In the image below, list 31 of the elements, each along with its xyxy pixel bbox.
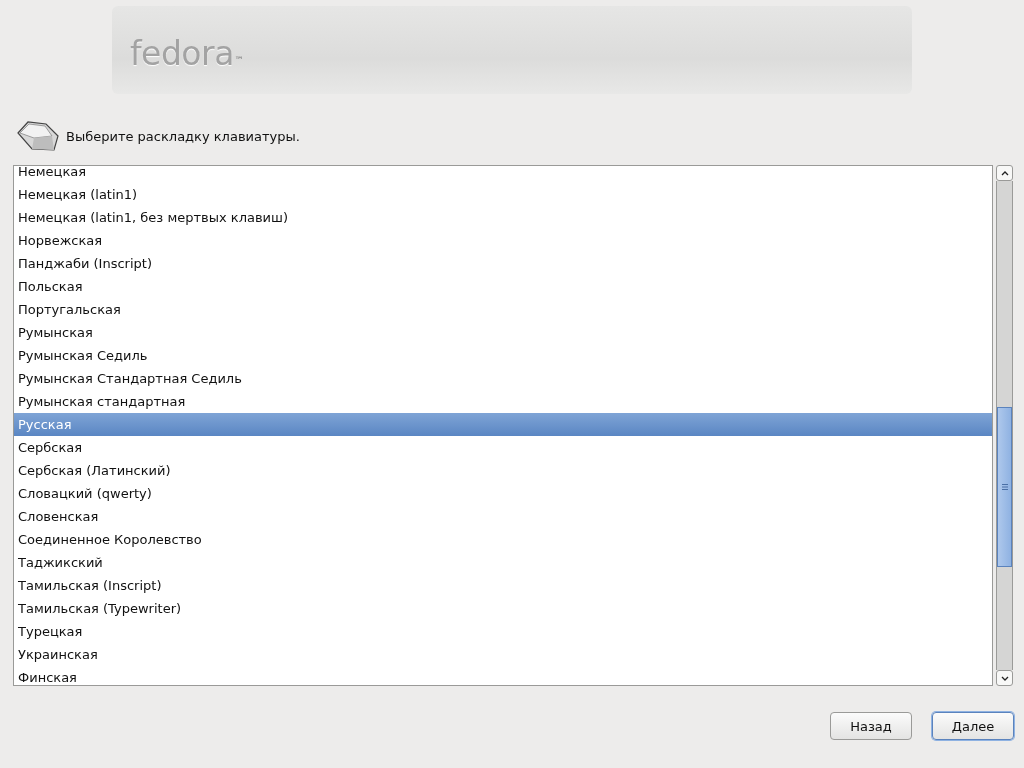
layout-item[interactable]: Таджикский (14, 551, 992, 574)
layout-item[interactable]: Украинская (14, 643, 992, 666)
layout-item[interactable]: Норвежская (14, 229, 992, 252)
layout-item[interactable]: Немецкая (14, 166, 992, 183)
nav-button[interactable]: Назад (830, 712, 912, 740)
scroll-up-button[interactable] (996, 165, 1013, 181)
layout-item[interactable]: Румынская Седиль (14, 344, 992, 367)
scroll-thumb[interactable] (997, 407, 1012, 567)
layout-item[interactable]: Румынская Стандартная Седиль (14, 367, 992, 390)
layout-item[interactable]: Турецкая (14, 620, 992, 643)
scroll-down-button[interactable] (996, 670, 1013, 686)
layout-item[interactable]: Финская (14, 666, 992, 685)
prompt-text: Выберите раскладку клавиатуры. (66, 128, 300, 144)
nav-button[interactable]: Далее (932, 712, 1014, 740)
layout-item[interactable]: Немецкая (latin1) (14, 183, 992, 206)
layout-item[interactable]: Польская (14, 275, 992, 298)
layout-item[interactable]: Португальская (14, 298, 992, 321)
layout-item[interactable]: Сербская (14, 436, 992, 459)
layout-item[interactable]: Тамильская (Inscript) (14, 574, 992, 597)
layout-item[interactable]: Тамильская (Typewriter) (14, 597, 992, 620)
logo-wordmark: fedora (130, 33, 234, 73)
layout-item[interactable]: Румынская (14, 321, 992, 344)
trademark-sign: ™ (234, 54, 244, 65)
layout-item[interactable]: Панджаби (Inscript) (14, 252, 992, 275)
grip-icon (1001, 484, 1008, 490)
layout-item[interactable]: Словенская (14, 505, 992, 528)
layout-item[interactable]: Соединенное Королевство (14, 528, 992, 551)
layout-item[interactable]: Немецкая (latin1, без мертвых клавиш) (14, 206, 992, 229)
layout-item[interactable]: Румынская стандартная (14, 390, 992, 413)
layout-item[interactable]: Сербская (Латинский) (14, 459, 992, 482)
layout-item[interactable]: Словацкий (qwerty) (14, 482, 992, 505)
